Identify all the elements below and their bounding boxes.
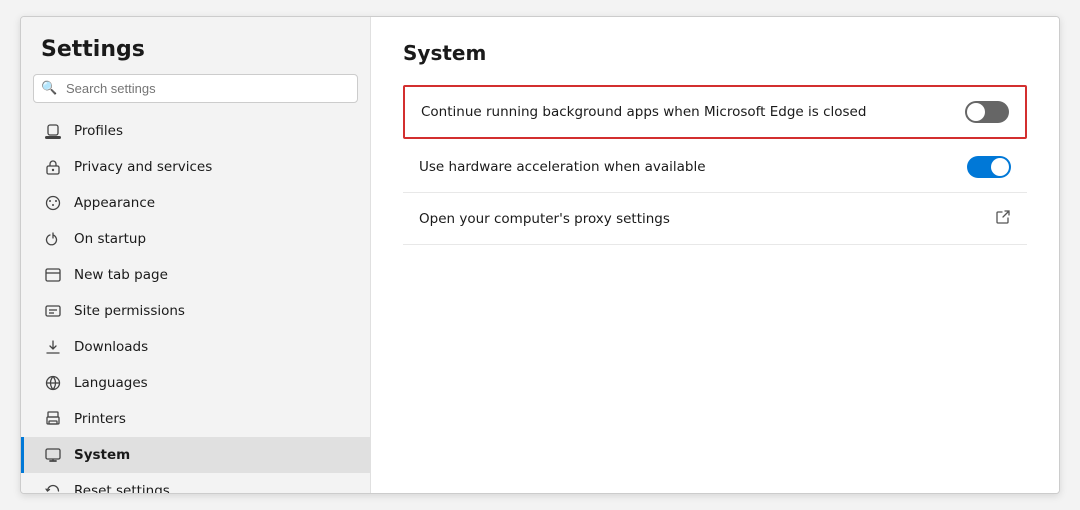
sidebar-item-profiles[interactable]: Profiles xyxy=(21,113,370,149)
setting-label-hardware-acceleration: Use hardware acceleration when available xyxy=(419,159,706,175)
sidebar-item-privacy[interactable]: Privacy and services xyxy=(21,149,370,185)
sidebar-item-languages[interactable]: Languages xyxy=(21,365,370,401)
sidebar-label-system: System xyxy=(74,447,130,463)
sidebar-item-startup[interactable]: On startup xyxy=(21,221,370,257)
search-icon: 🔍 xyxy=(41,81,57,96)
setting-label-background-apps: Continue running background apps when Mi… xyxy=(421,104,866,120)
sidebar-item-downloads[interactable]: Downloads xyxy=(21,329,370,365)
system-icon xyxy=(44,446,62,464)
search-input[interactable] xyxy=(33,74,358,103)
toggle-background-apps[interactable] xyxy=(965,101,1009,123)
sidebar-label-appearance: Appearance xyxy=(74,195,155,211)
sidebar-label-permissions: Site permissions xyxy=(74,303,185,319)
sidebar-label-privacy: Privacy and services xyxy=(74,159,212,175)
sidebar-label-startup: On startup xyxy=(74,231,146,247)
main-content: System Continue running background apps … xyxy=(371,17,1059,493)
search-box: 🔍 xyxy=(33,74,358,103)
external-link-icon[interactable] xyxy=(995,209,1011,229)
sidebar-title: Settings xyxy=(21,29,370,74)
lock-icon xyxy=(44,158,62,176)
page-title: System xyxy=(403,41,1027,65)
newtab-icon xyxy=(44,266,62,284)
toggle-hardware-acceleration[interactable] xyxy=(967,156,1011,178)
printer-icon xyxy=(44,410,62,428)
sidebar-item-printers[interactable]: Printers xyxy=(21,401,370,437)
sidebar-label-reset: Reset settings xyxy=(74,483,170,494)
setting-row-proxy-settings: Open your computer's proxy settings xyxy=(403,193,1027,245)
person-icon xyxy=(44,122,62,140)
setting-row-hardware-acceleration: Use hardware acceleration when available xyxy=(403,141,1027,193)
setting-row-background-apps: Continue running background apps when Mi… xyxy=(403,85,1027,139)
sidebar-item-reset[interactable]: Reset settings xyxy=(21,473,370,494)
languages-icon xyxy=(44,374,62,392)
sidebar-item-permissions[interactable]: Site permissions xyxy=(21,293,370,329)
sidebar-label-newtab: New tab page xyxy=(74,267,168,283)
sidebar-label-downloads: Downloads xyxy=(74,339,148,355)
permissions-icon xyxy=(44,302,62,320)
palette-icon xyxy=(44,194,62,212)
sidebar-label-printers: Printers xyxy=(74,411,126,427)
reset-icon xyxy=(44,482,62,494)
power-icon xyxy=(44,230,62,248)
sidebar-item-appearance[interactable]: Appearance xyxy=(21,185,370,221)
download-icon xyxy=(44,338,62,356)
sidebar: Settings 🔍 Profiles Privacy and services… xyxy=(21,17,371,493)
setting-label-proxy-settings: Open your computer's proxy settings xyxy=(419,211,670,227)
sidebar-item-newtab[interactable]: New tab page xyxy=(21,257,370,293)
sidebar-label-profiles: Profiles xyxy=(74,123,123,139)
sidebar-label-languages: Languages xyxy=(74,375,148,391)
sidebar-item-system[interactable]: System xyxy=(21,437,370,473)
